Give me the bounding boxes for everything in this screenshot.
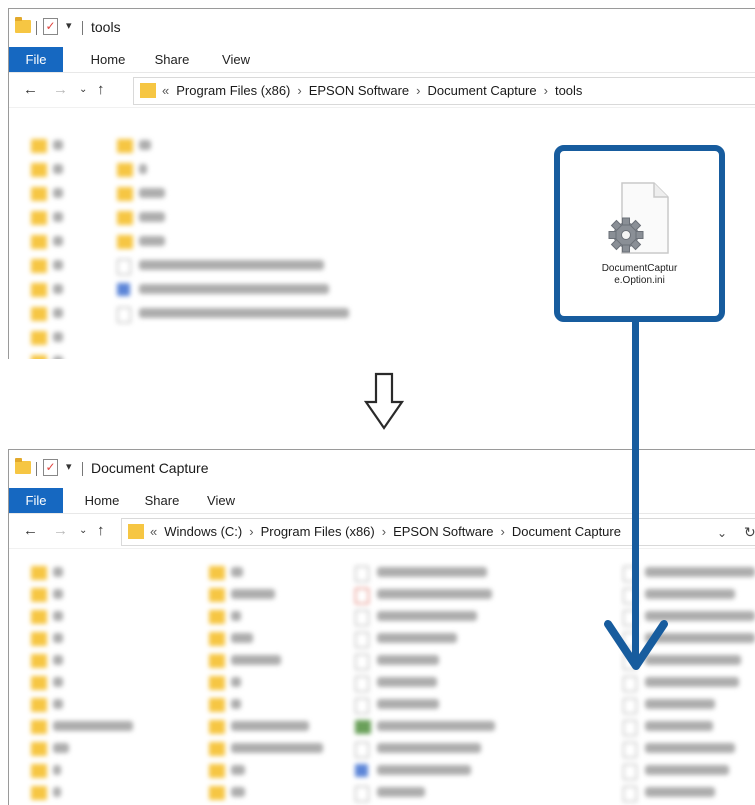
window-title: tools bbox=[91, 19, 121, 35]
back-arrow-icon[interactable]: ← bbox=[23, 522, 38, 539]
forward-arrow-icon[interactable]: → bbox=[53, 522, 68, 539]
breadcrumb: «Windows (C:) › Program Files (x86) › EPSON … bbox=[150, 524, 621, 539]
tab-share[interactable]: Share bbox=[135, 488, 189, 513]
tab-share[interactable]: Share bbox=[145, 47, 199, 72]
tab-home[interactable]: Home bbox=[75, 488, 129, 513]
ribbon-tabs: File Home Share View bbox=[9, 488, 755, 514]
recent-chevron-icon[interactable]: ⌄ bbox=[79, 525, 87, 536]
up-arrow-icon[interactable]: ↑ bbox=[97, 522, 105, 539]
folder-icon bbox=[128, 524, 144, 539]
ribbon-tabs: File Home Share View bbox=[9, 47, 755, 73]
breadcrumb-item[interactable]: Windows (C:) bbox=[164, 524, 242, 539]
tab-file[interactable]: File bbox=[9, 488, 63, 513]
breadcrumb-item[interactable]: Program Files (x86) bbox=[176, 83, 290, 98]
checkmark-icon[interactable]: ✓ bbox=[43, 459, 58, 476]
connector-line bbox=[632, 320, 639, 660]
refresh-icon[interactable]: ↻ bbox=[744, 524, 755, 541]
address-bar[interactable]: «Program Files (x86) › EPSON Software › Docu… bbox=[133, 77, 755, 105]
tab-home[interactable]: Home bbox=[81, 47, 135, 72]
gear-file-icon bbox=[608, 182, 669, 254]
separator bbox=[82, 462, 83, 476]
file-list-blurred bbox=[9, 550, 755, 805]
folder-icon bbox=[140, 83, 156, 98]
breadcrumb-item[interactable]: EPSON Software bbox=[309, 83, 409, 98]
up-arrow-icon[interactable]: ↑ bbox=[97, 81, 105, 98]
highlighted-file[interactable]: DocumentCaptur e.Option.ini bbox=[554, 145, 725, 322]
chevron-down-icon[interactable]: ▾ bbox=[66, 460, 72, 473]
tab-view[interactable]: View bbox=[194, 488, 248, 513]
breadcrumb-item[interactable]: tools bbox=[555, 83, 582, 98]
breadcrumb-item[interactable]: Program Files (x86) bbox=[261, 524, 375, 539]
separator bbox=[36, 21, 37, 35]
separator bbox=[36, 462, 37, 476]
down-arrow-icon bbox=[364, 372, 404, 430]
breadcrumb-item[interactable]: EPSON Software bbox=[393, 524, 493, 539]
folder-icon[interactable] bbox=[15, 458, 31, 474]
back-arrow-icon[interactable]: ← bbox=[23, 81, 38, 98]
breadcrumb-item[interactable]: Document Capture bbox=[428, 83, 537, 98]
address-row: ← → ⌄ ↑ «Program Files (x86) › EPSON Softw… bbox=[9, 73, 755, 108]
forward-arrow-icon[interactable]: → bbox=[53, 81, 68, 98]
chevron-down-icon[interactable]: ⌄ bbox=[717, 526, 727, 540]
file-name-label: DocumentCaptur e.Option.ini bbox=[601, 263, 678, 286]
breadcrumb: «Program Files (x86) › EPSON Software › Docu… bbox=[162, 83, 583, 98]
tab-view[interactable]: View bbox=[209, 47, 263, 72]
title-bar: ✓ ▾ tools bbox=[9, 9, 755, 47]
chevron-down-icon[interactable]: ▾ bbox=[66, 19, 72, 32]
address-row: ← → ⌄ ↑ «Windows (C:) › Program Files (x86… bbox=[9, 514, 755, 549]
separator bbox=[82, 21, 83, 35]
address-bar[interactable]: «Windows (C:) › Program Files (x86) › EPSON … bbox=[121, 518, 755, 546]
tab-file[interactable]: File bbox=[9, 47, 63, 72]
window-title: Document Capture bbox=[91, 460, 209, 476]
drop-arrow-icon bbox=[604, 620, 668, 670]
recent-chevron-icon[interactable]: ⌄ bbox=[79, 84, 87, 95]
folder-icon[interactable] bbox=[15, 17, 31, 33]
checkmark-icon[interactable]: ✓ bbox=[43, 18, 58, 35]
breadcrumb-item[interactable]: Document Capture bbox=[512, 524, 621, 539]
title-bar: ✓ ▾ Document Capture bbox=[9, 450, 755, 488]
